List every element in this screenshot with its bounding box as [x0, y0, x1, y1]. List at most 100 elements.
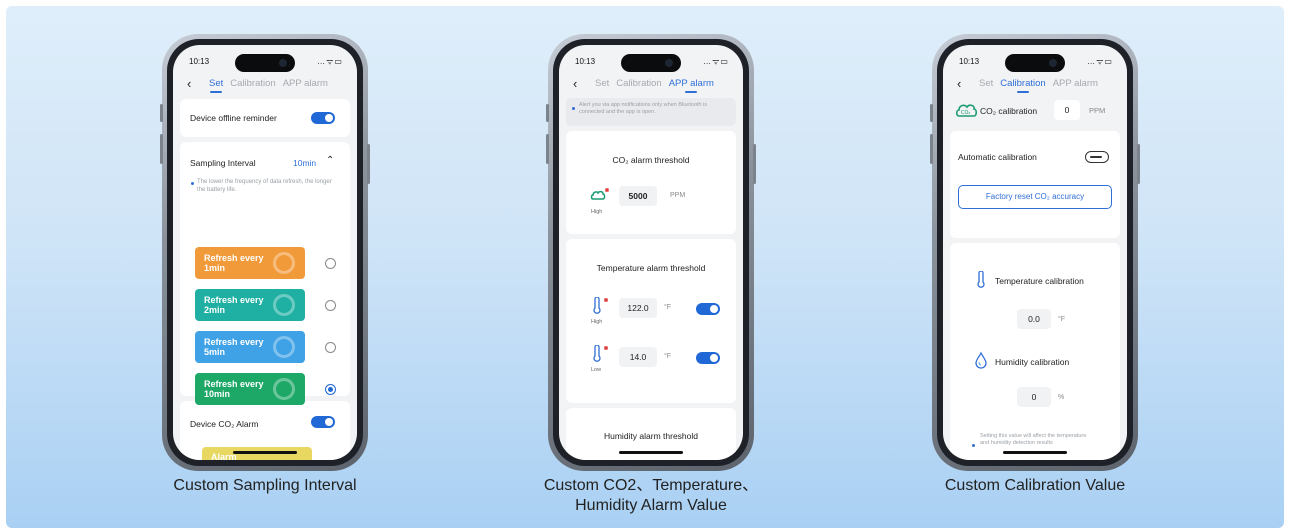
temp-low-unit: °F — [664, 353, 672, 360]
temperature-calibration-unit: °F — [1058, 316, 1066, 323]
refresh-option-10min[interactable]: Refresh every 10min — [195, 373, 305, 405]
phone-screen: 10:13 …ᯤ▭ ‹ Set Calibration APP alarm CO… — [943, 45, 1127, 460]
caption-alarm-line2: Humidity Alarm Value — [575, 497, 727, 514]
refresh-option-radio[interactable] — [325, 300, 336, 311]
refresh-option-5min[interactable]: Refresh every 5min — [195, 331, 305, 363]
back-chevron-icon[interactable]: ‹ — [957, 76, 961, 91]
refresh-option-1min[interactable]: Refresh every 1min — [195, 247, 305, 279]
refresh-option-radio[interactable] — [325, 384, 336, 395]
refresh-decoration-icon — [273, 252, 295, 274]
co2-cloud-icon: CO₂ — [955, 104, 977, 117]
dynamic-island — [1005, 54, 1065, 72]
temp-high-toggle[interactable] — [696, 303, 720, 315]
offline-reminder-card: Device offline reminder — [180, 99, 350, 137]
co2-calibration-input[interactable]: 0 — [1054, 100, 1080, 120]
notice-bullet-icon — [572, 107, 575, 110]
sampling-interval-label: Sampling Interval — [190, 158, 256, 168]
caption-alarm-line1: Custom CO2、Temperature、 — [543, 477, 759, 494]
sampling-hint: The lower the frequency of data refresh,… — [197, 179, 332, 194]
offline-reminder-label: Device offline reminder — [190, 113, 277, 123]
status-icons: …ᯤ▭ — [1087, 57, 1113, 66]
phone-sampling: 10:13 …ᯤ▭ ‹ Set Calibration APP alarm De… — [160, 34, 370, 471]
co2-alarm-toggle[interactable] — [311, 416, 335, 428]
banner-background: 10:13 …ᯤ▭ ‹ Set Calibration APP alarm De… — [6, 6, 1284, 528]
temperature-threshold-card: Temperature alarm threshold High 122.0 °… — [566, 239, 736, 403]
temperature-calibration-label: Temperature calibration — [995, 276, 1084, 286]
back-chevron-icon[interactable]: ‹ — [573, 76, 577, 91]
co2-threshold-input[interactable]: 5000 — [619, 186, 657, 206]
back-chevron-icon[interactable]: ‹ — [187, 76, 191, 91]
refresh-decoration-icon — [273, 378, 295, 400]
tab-calibration[interactable]: Calibration — [616, 78, 661, 89]
humidity-calibration-label: Humidity calibration — [995, 357, 1070, 367]
caption-sampling: Custom Sampling Interval — [173, 477, 357, 494]
phone-screen: 10:13 …ᯤ▭ ‹ Set Calibration APP alarm Al… — [559, 45, 743, 460]
tab-calibration[interactable]: Calibration — [1000, 78, 1046, 93]
notice-text: Alert you via app notifications only whe… — [579, 102, 708, 116]
temp-high-label: High — [591, 319, 603, 325]
thermometer-high-icon — [593, 297, 608, 314]
dynamic-island — [235, 54, 295, 72]
temperature-calibration-input[interactable]: 0.0 — [1017, 309, 1051, 329]
temp-low-toggle[interactable] — [696, 352, 720, 364]
humidity-calibration-unit: % — [1058, 394, 1065, 401]
thermometer-low-icon — [593, 345, 608, 362]
offline-reminder-toggle[interactable] — [311, 112, 335, 124]
top-tab-bar: ‹ Set Calibration APP alarm — [173, 75, 357, 95]
top-tab-bar: ‹ Set Calibration APP alarm — [943, 75, 1127, 95]
co2-high-icon — [590, 188, 609, 200]
status-time: 10:13 — [575, 57, 596, 66]
chevron-up-icon[interactable]: ⌃ — [326, 155, 334, 166]
water-drop-icon — [975, 351, 987, 369]
dynamic-island — [621, 54, 681, 72]
auto-calibration-card: Automatic calibration Factory reset CO₂ … — [950, 131, 1120, 238]
sampling-interval-value[interactable]: 10min — [293, 158, 316, 168]
home-indicator — [619, 451, 683, 454]
co2-alarm-label: Device CO₂ Alarm — [190, 419, 259, 429]
tab-set[interactable]: Set — [595, 78, 609, 89]
status-icons: …ᯤ▭ — [317, 57, 343, 66]
notice-banner: Alert you via app notifications only whe… — [566, 98, 736, 126]
temp-high-input[interactable]: 122.0 — [619, 298, 657, 318]
tab-app-alarm[interactable]: APP alarm — [283, 78, 328, 89]
temp-low-input[interactable]: 14.0 — [619, 347, 657, 367]
home-indicator — [1003, 451, 1067, 454]
co2-calibration-unit: PPM — [1089, 106, 1106, 115]
tab-calibration[interactable]: Calibration — [230, 78, 275, 89]
temp-humidity-calibration-card: Temperature calibration 0.0 °F Humidity … — [950, 243, 1120, 460]
temperature-threshold-title: Temperature alarm threshold — [596, 263, 706, 273]
refresh-option-2min[interactable]: Refresh every 2min — [195, 289, 305, 321]
humidity-threshold-title: Humidity alarm threshold — [603, 431, 698, 441]
refresh-option-radio[interactable] — [325, 258, 336, 269]
auto-calibration-label: Automatic calibration — [958, 152, 1037, 162]
temp-low-label: Low — [591, 367, 602, 373]
phone-screen: 10:13 …ᯤ▭ ‹ Set Calibration APP alarm De… — [173, 45, 357, 460]
thermometer-icon — [977, 271, 985, 288]
phone-alarm: 10:13 …ᯤ▭ ‹ Set Calibration APP alarm Al… — [546, 34, 756, 471]
status-time: 10:13 — [189, 57, 210, 66]
factory-reset-button[interactable]: Factory reset CO₂ accuracy — [958, 185, 1112, 209]
tab-set[interactable]: Set — [979, 78, 993, 89]
status-icons: …ᯤ▭ — [703, 57, 729, 66]
co2-threshold-title: CO₂ alarm threshold — [612, 155, 690, 165]
co2-threshold-card: CO₂ alarm threshold High 5000 PPM — [566, 131, 736, 234]
refresh-decoration-icon — [273, 336, 295, 358]
calibration-hint: Setting this value will affect the tempe… — [980, 433, 1087, 447]
top-tab-bar: ‹ Set Calibration APP alarm — [559, 75, 743, 95]
refresh-decoration-icon — [273, 294, 295, 316]
phone-calibration: 10:13 …ᯤ▭ ‹ Set Calibration APP alarm CO… — [930, 34, 1140, 471]
refresh-option-radio[interactable] — [325, 342, 336, 353]
co2-calibration-label: CO₂ calibration — [980, 106, 1038, 116]
tab-set[interactable]: Set — [209, 78, 223, 93]
co2-high-label: High — [591, 209, 603, 215]
co2-unit: PPM — [670, 192, 686, 199]
cal-hint-bullet-icon — [972, 444, 975, 447]
auto-calibration-toggle[interactable] — [1085, 151, 1109, 163]
caption-alarm: Custom CO2、Temperature、 Humidity Alarm V… — [518, 476, 784, 516]
tab-app-alarm[interactable]: APP alarm — [1053, 78, 1098, 89]
humidity-calibration-input[interactable]: 0 — [1017, 387, 1051, 407]
home-indicator — [233, 451, 297, 454]
svg-text:CO₂: CO₂ — [961, 110, 970, 116]
caption-calibration: Custom Calibration Value — [944, 477, 1126, 494]
tab-app-alarm[interactable]: APP alarm — [669, 78, 714, 93]
